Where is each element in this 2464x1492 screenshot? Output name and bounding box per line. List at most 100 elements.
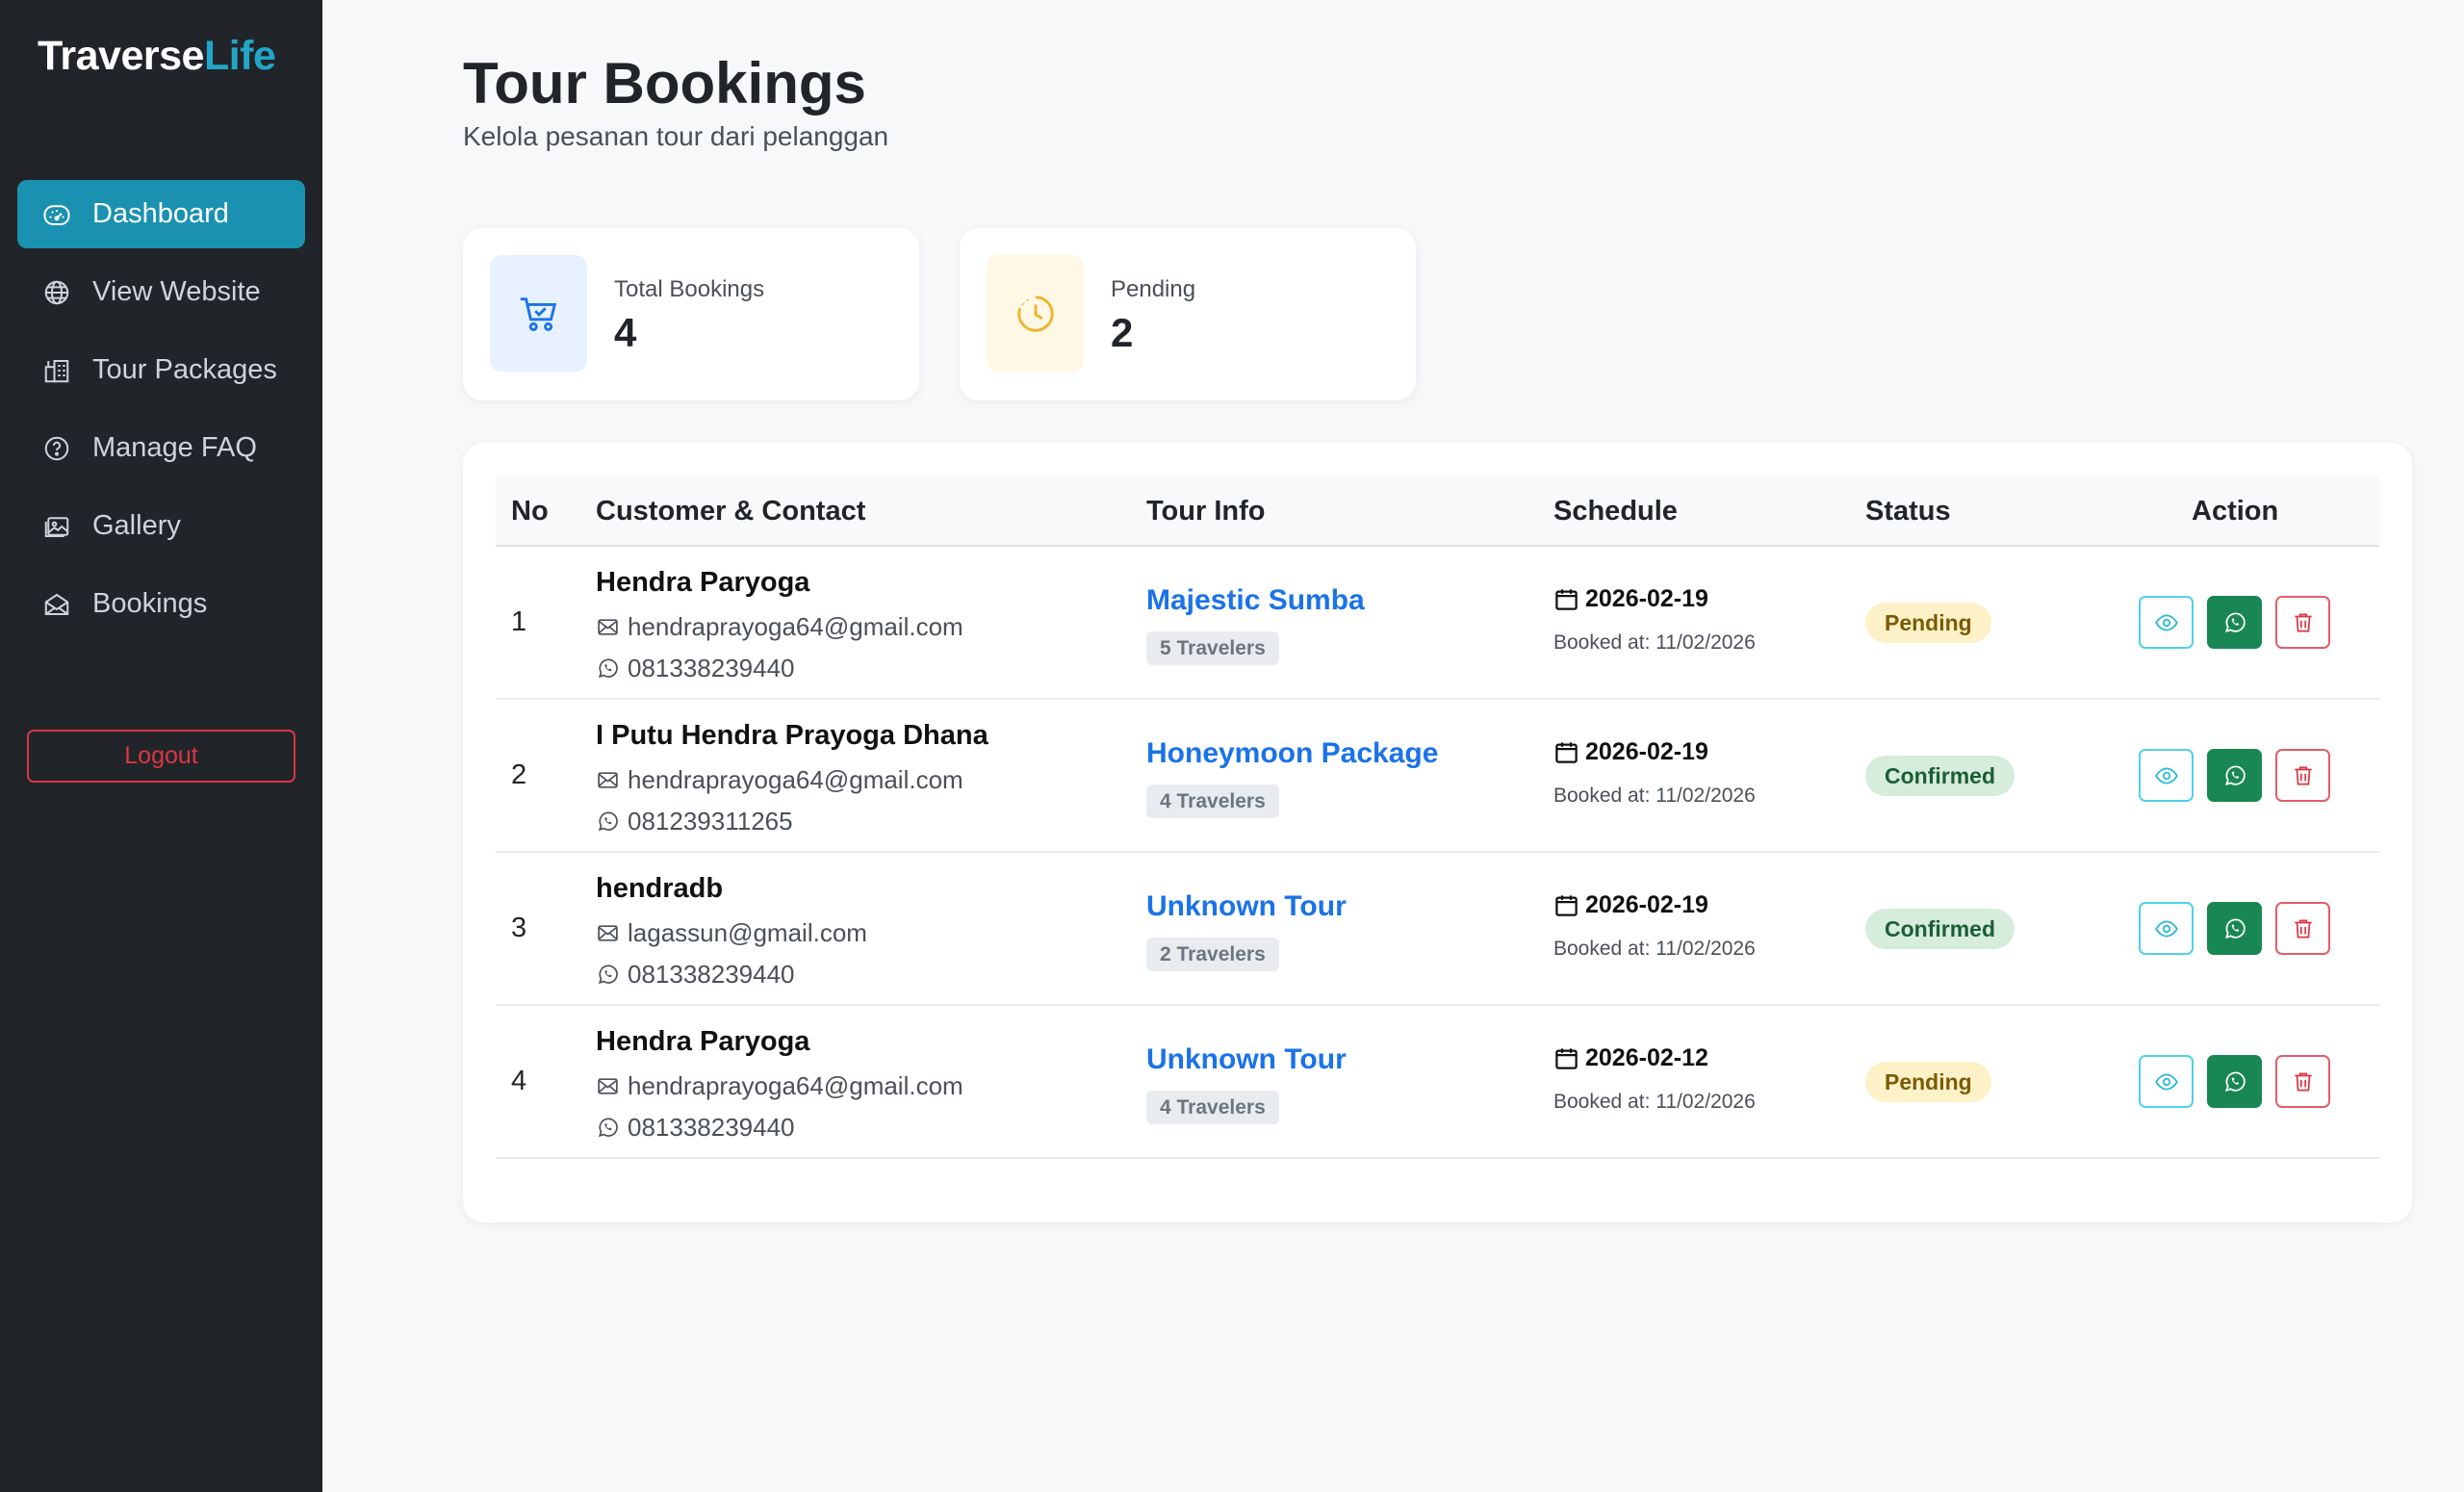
trash-icon	[2294, 612, 2312, 632]
row-actions	[2139, 749, 2330, 802]
whatsapp-icon	[2224, 612, 2246, 632]
row-actions	[2139, 596, 2330, 649]
sidebar-item-label: Dashboard	[92, 198, 229, 229]
travelers-badge: 4 Travelers	[1146, 1091, 1279, 1124]
sidebar-item-label: Bookings	[92, 588, 208, 619]
customer-name: hendradb	[596, 873, 724, 904]
sidebar-item-tour-packages[interactable]: Tour Packages	[17, 336, 305, 404]
booked-at: Booked at: 11/02/2026	[1553, 631, 1756, 654]
customer-phone: 081338239440	[596, 1113, 795, 1143]
page-subtitle: Kelola pesanan tour dari pelanggan	[463, 121, 889, 151]
trash-icon	[2294, 765, 2312, 785]
customer-email-text: hendraprayoga64@gmail.com	[628, 612, 963, 641]
table-row: 3 hendradb lagassun@gmail.com 0813382394…	[496, 853, 2379, 1006]
eye-icon	[2154, 1073, 2178, 1090]
column-header-action: Action	[2192, 496, 2279, 527]
schedule-date-text: 2026-02-19	[1585, 585, 1708, 612]
stat-value: 2	[1111, 310, 1134, 355]
tour-name-link[interactable]: Unknown Tour	[1146, 890, 1347, 923]
delete-button[interactable]	[2275, 902, 2330, 955]
customer-email-text: hendraprayoga64@gmail.com	[628, 765, 963, 794]
logout-button[interactable]: Logout	[27, 730, 295, 783]
booked-at: Booked at: 11/02/2026	[1553, 938, 1756, 960]
whatsapp-button[interactable]	[2207, 749, 2262, 802]
tour-name-link[interactable]: Majestic Sumba	[1146, 584, 1365, 617]
whatsapp-icon	[2224, 1071, 2246, 1092]
sidebar-item-view-website[interactable]: View Website	[17, 258, 305, 326]
customer-phone: 081338239440	[596, 960, 795, 990]
column-header-customer: Customer & Contact	[596, 496, 866, 527]
customer-phone-text: 081338239440	[628, 654, 795, 682]
whatsapp-button[interactable]	[2207, 596, 2262, 649]
stat-label: Pending	[1111, 276, 1196, 302]
view-button[interactable]	[2139, 749, 2194, 802]
whatsapp-icon	[598, 1118, 618, 1138]
sidebar-nav: Dashboard View Website Tour Packages Man…	[17, 180, 305, 648]
travelers-badge: 4 Travelers	[1146, 785, 1279, 818]
stat-card-total-bookings: Total Bookings 4	[463, 228, 919, 400]
status-badge: Pending	[1865, 1062, 1991, 1102]
globe-icon	[42, 278, 71, 307]
clock-icon	[987, 255, 1084, 372]
sidebar-item-bookings[interactable]: Bookings	[17, 570, 305, 638]
view-button[interactable]	[2139, 1055, 2194, 1108]
table-header: No Customer & Contact Tour Info Schedule…	[496, 476, 2379, 547]
customer-email-text: hendraprayoga64@gmail.com	[628, 1071, 963, 1100]
table-row: 2 I Putu Hendra Prayoga Dhana hendrapray…	[496, 700, 2379, 853]
schedule-date-text: 2026-02-19	[1585, 891, 1708, 918]
table-row: 1 Hendra Paryoga hendraprayoga64@gmail.c…	[496, 547, 2379, 700]
column-header-schedule: Schedule	[1553, 496, 1678, 527]
customer-email: hendraprayoga64@gmail.com	[596, 1071, 963, 1101]
brand-logo[interactable]: TraverseLife	[38, 33, 276, 80]
whatsapp-icon	[2224, 918, 2246, 939]
trash-icon	[2294, 1071, 2312, 1092]
travelers-badge: 5 Travelers	[1146, 631, 1279, 665]
schedule-date: 2026-02-12	[1553, 1044, 1708, 1072]
tour-name-link[interactable]: Honeymoon Package	[1146, 737, 1438, 770]
travelers-badge: 2 Travelers	[1146, 938, 1279, 971]
sidebar-item-label: Gallery	[92, 510, 181, 541]
sidebar-item-label: Manage FAQ	[92, 432, 257, 463]
brand-name-main: Traverse	[38, 33, 204, 79]
trash-icon	[2294, 918, 2312, 939]
schedule-date-text: 2026-02-12	[1585, 1044, 1708, 1071]
sidebar-item-dashboard[interactable]: Dashboard	[17, 180, 305, 248]
delete-button[interactable]	[2275, 1055, 2330, 1108]
row-number: 3	[511, 913, 527, 943]
booked-at: Booked at: 11/02/2026	[1553, 1091, 1756, 1113]
calendar-icon	[1555, 742, 1578, 763]
view-button[interactable]	[2139, 902, 2194, 955]
customer-name: Hendra Paryoga	[596, 1026, 810, 1057]
sidebar: TraverseLife Dashboard View Website Tour…	[0, 0, 322, 1492]
bookings-table-card: No Customer & Contact Tour Info Schedule…	[463, 443, 2412, 1222]
sidebar-item-gallery[interactable]: Gallery	[17, 492, 305, 560]
row-actions	[2139, 1055, 2330, 1108]
row-number: 2	[511, 759, 527, 790]
customer-email: lagassun@gmail.com	[596, 918, 867, 948]
customer-name: I Putu Hendra Prayoga Dhana	[596, 720, 988, 751]
bookings-table: No Customer & Contact Tour Info Schedule…	[496, 476, 2379, 1159]
status-badge: Pending	[1865, 603, 1991, 643]
tour-name-link[interactable]: Unknown Tour	[1146, 1043, 1347, 1076]
brand-name-accent: Life	[203, 33, 276, 79]
sidebar-item-manage-faq[interactable]: Manage FAQ	[17, 414, 305, 482]
whatsapp-icon	[2224, 765, 2246, 785]
customer-phone-text: 081338239440	[628, 960, 795, 989]
calendar-icon	[1555, 589, 1578, 610]
delete-button[interactable]	[2275, 749, 2330, 802]
row-number: 1	[511, 606, 527, 637]
speedometer-icon	[42, 200, 71, 229]
view-button[interactable]	[2139, 596, 2194, 649]
calendar-icon	[1555, 1048, 1578, 1069]
delete-button[interactable]	[2275, 596, 2330, 649]
customer-phone: 081338239440	[596, 654, 795, 683]
row-number: 4	[511, 1066, 527, 1096]
eye-icon	[2154, 920, 2178, 937]
stat-label: Total Bookings	[614, 276, 765, 302]
whatsapp-button[interactable]	[2207, 902, 2262, 955]
table-row: 4 Hendra Paryoga hendraprayoga64@gmail.c…	[496, 1006, 2379, 1159]
customer-phone: 081239311265	[596, 807, 793, 836]
whatsapp-button[interactable]	[2207, 1055, 2262, 1108]
envelope-open-icon	[42, 590, 71, 619]
question-circle-icon	[42, 434, 71, 463]
